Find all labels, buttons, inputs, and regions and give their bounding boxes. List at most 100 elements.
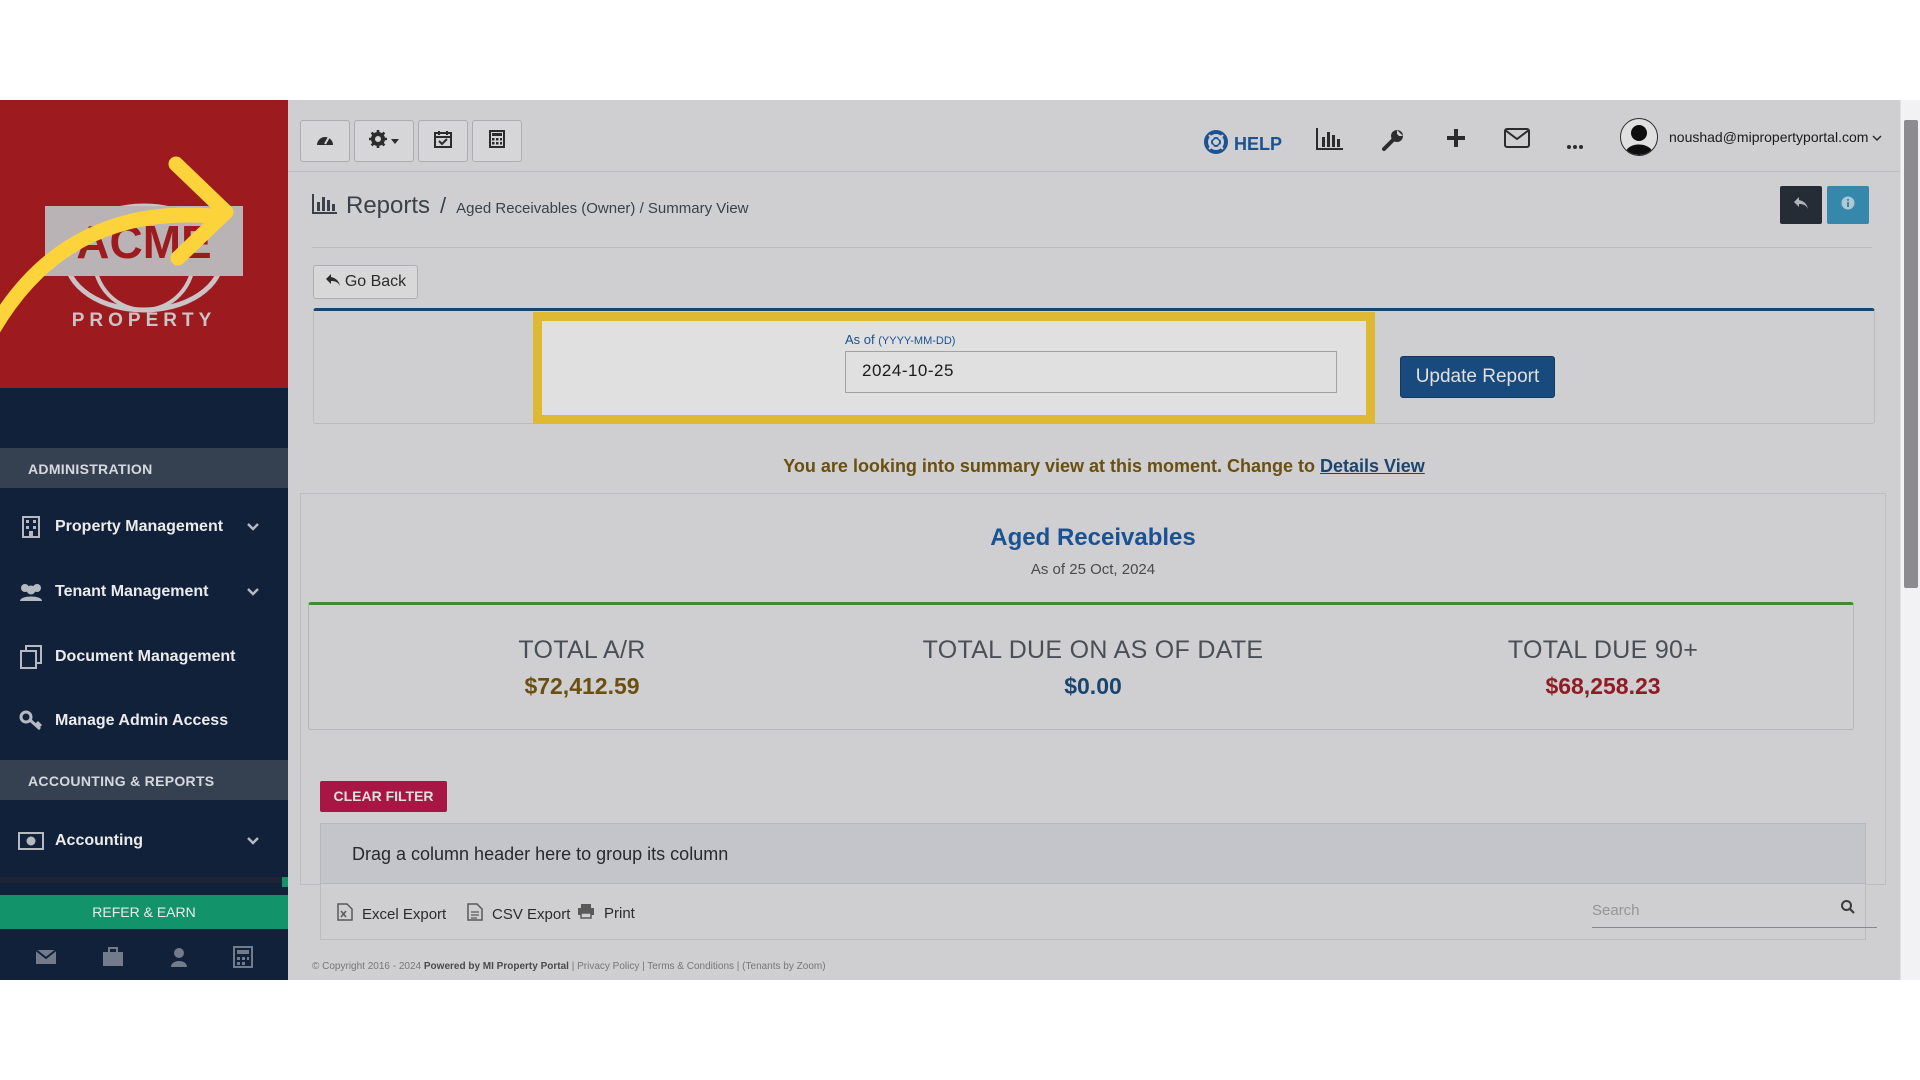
as-of-text: As of xyxy=(845,332,875,347)
breadcrumb-path: Aged Receivables (Owner) / Summary View xyxy=(456,199,749,217)
chevron-down-icon xyxy=(1872,129,1882,145)
sidebar-item-tenant-management[interactable]: Tenant Management xyxy=(0,562,288,622)
sidebar-item-property-management[interactable]: Property Management xyxy=(0,497,288,557)
grid-search-input[interactable]: Search xyxy=(1592,892,1877,928)
chevron-down-icon xyxy=(246,584,260,602)
sidebar-item-label: Manage Admin Access xyxy=(55,712,229,729)
sidebar-item-manage-admin-access[interactable]: Manage Admin Access xyxy=(0,691,288,751)
notice-text: You are looking into summary view at thi… xyxy=(783,456,1315,476)
calculator-button[interactable] xyxy=(472,120,522,162)
page-title[interactable]: Reports xyxy=(346,192,430,220)
plus-icon[interactable] xyxy=(1446,128,1466,153)
date-format-hint: (YYYY-MM-DD) xyxy=(878,335,956,347)
caret-down-icon xyxy=(391,132,399,150)
as-of-date-input[interactable]: 2024-10-25 xyxy=(845,351,1337,393)
tenants-note: (Tenants by Zoom) xyxy=(742,961,826,972)
calculator-icon[interactable] xyxy=(233,945,254,973)
update-report-button[interactable]: Update Report xyxy=(1400,356,1555,398)
sidebar-scroll-strip xyxy=(0,877,288,887)
key-icon xyxy=(18,708,44,734)
page-footer: © Copyright 2016 - 2024 Powered by MI Pr… xyxy=(312,961,826,972)
print-button[interactable]: Print xyxy=(577,903,635,923)
user-icon[interactable] xyxy=(170,947,188,972)
sidebar-bottom-bar xyxy=(0,938,288,980)
chevron-down-icon xyxy=(246,833,260,851)
total-value: $72,412.59 xyxy=(524,673,640,699)
calendar-button[interactable] xyxy=(418,120,468,162)
totals-panel: TOTAL A/R $72,412.59 TOTAL DUE ON AS OF … xyxy=(308,602,1854,730)
total-label: TOTAL DUE 90+ xyxy=(1507,636,1699,664)
csv-export-button[interactable]: CSV Export xyxy=(467,903,570,925)
breadcrumb-separator: / xyxy=(440,193,447,218)
date-filter-highlight: As of (YYYY-MM-DD) 2024-10-25 xyxy=(533,312,1375,424)
info-icon xyxy=(1841,196,1855,215)
dashboard-button[interactable] xyxy=(300,120,350,162)
calendar-check-icon xyxy=(434,130,452,153)
refer-earn-button[interactable]: REFER & EARN xyxy=(0,895,288,929)
company-logo[interactable]: ACME PROPERTY xyxy=(0,100,288,388)
app-window: ACME PROPERTY ADMINISTRATION Property Ma… xyxy=(0,100,1920,980)
wrench-icon[interactable] xyxy=(1381,128,1405,157)
bar-chart-icon[interactable] xyxy=(1316,128,1344,155)
speedometer-icon xyxy=(315,131,335,152)
details-view-link[interactable]: Details View xyxy=(1320,456,1425,476)
sidebar-item-accounting[interactable]: Accounting xyxy=(0,811,288,871)
settings-dropdown-button[interactable] xyxy=(354,120,414,162)
csv-file-icon xyxy=(467,903,492,925)
report-subtitle: As of 25 Oct, 2024 xyxy=(1030,561,1156,578)
grid-toolbar: Excel Export CSV Export Print Search xyxy=(320,884,1877,940)
total-value: $68,258.23 xyxy=(1545,673,1661,699)
tutorial-arrow-icon xyxy=(0,156,234,333)
user-menu[interactable]: noushad@mipropertyportal.com xyxy=(1620,118,1882,156)
report-title: Aged Receivables xyxy=(990,524,1196,551)
scrollbar-thumb[interactable] xyxy=(1904,120,1918,588)
clear-filter-button[interactable]: CLEAR FILTER xyxy=(320,781,447,812)
more-icon[interactable] xyxy=(1567,136,1583,154)
printer-icon xyxy=(577,903,604,923)
back-arrow-icon xyxy=(325,273,345,292)
footer-links[interactable]: | Privacy Policy | Terms & Conditions | xyxy=(572,961,740,972)
reports-chart-icon xyxy=(312,193,338,219)
go-back-label: Go Back xyxy=(344,273,407,290)
help-button[interactable]: HELP xyxy=(1204,130,1282,159)
envelope-icon[interactable] xyxy=(1504,128,1530,153)
building-icon xyxy=(18,514,44,540)
reply-arrow-icon xyxy=(1793,196,1809,215)
total-label: TOTAL DUE ON AS OF DATE xyxy=(922,636,1264,664)
as-of-label: As of (YYYY-MM-DD) xyxy=(845,332,955,347)
avatar-icon xyxy=(1620,118,1658,156)
csv-export-label: CSV Export xyxy=(492,905,571,923)
calculator-icon xyxy=(489,129,505,153)
info-button[interactable] xyxy=(1827,186,1869,224)
view-notice: You are looking into summary view at thi… xyxy=(288,456,1920,477)
search-icon[interactable] xyxy=(1841,900,1855,919)
total-label: TOTAL A/R xyxy=(518,636,646,664)
excel-file-icon xyxy=(337,903,362,925)
briefcase-icon[interactable] xyxy=(102,946,124,972)
money-icon xyxy=(18,828,44,854)
sidebar-item-label: Property Management xyxy=(55,518,224,535)
chevron-down-icon xyxy=(246,519,260,537)
total-value: $0.00 xyxy=(1064,673,1122,699)
excel-export-label: Excel Export xyxy=(362,905,447,923)
gear-icon xyxy=(369,129,387,153)
help-label: HELP xyxy=(1234,134,1283,154)
undo-button[interactable] xyxy=(1780,186,1822,224)
powered-by-link[interactable]: Powered by MI Property Portal xyxy=(424,961,569,972)
go-back-button[interactable]: Go Back xyxy=(313,265,418,299)
group-by-drop-zone[interactable]: Drag a column header here to group its c… xyxy=(320,823,1866,884)
sidebar-item-label: Accounting xyxy=(55,832,143,849)
print-label: Print xyxy=(604,904,635,922)
page-scrollbar[interactable] xyxy=(1900,100,1920,980)
mail-icon[interactable] xyxy=(35,948,57,970)
total-due-as-of-date: TOTAL DUE ON AS OF DATE $0.00 xyxy=(893,636,1293,700)
sidebar-item-label: Document Management xyxy=(55,648,236,665)
user-email: noushad@mipropertyportal.com xyxy=(1669,129,1869,145)
documents-icon xyxy=(18,644,44,670)
main-content: HELP noushad@mipropertyportal.com Report… xyxy=(288,100,1920,980)
total-due-90-plus: TOTAL DUE 90+ $68,258.23 xyxy=(1403,636,1803,700)
breadcrumb: Reports / Aged Receivables (Owner) / Sum… xyxy=(312,192,749,220)
header-divider xyxy=(312,247,1872,248)
sidebar-item-document-management[interactable]: Document Management xyxy=(0,627,288,687)
excel-export-button[interactable]: Excel Export xyxy=(337,903,446,925)
